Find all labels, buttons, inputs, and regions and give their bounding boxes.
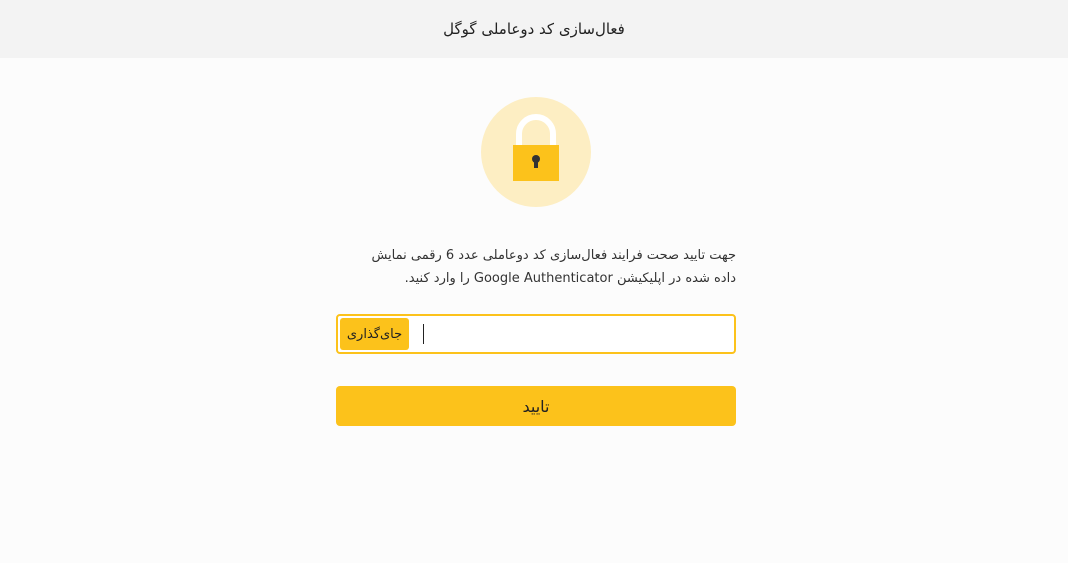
verification-code-input[interactable] — [418, 318, 728, 350]
page-header: فعال‌سازی کد دوعاملی گوگل — [0, 0, 1068, 58]
text-cursor — [423, 324, 424, 344]
instructions-text: جهت تایید صحت فرایند فعال‌سازی کد دوعامل… — [336, 244, 736, 290]
submit-button[interactable]: تایید — [336, 386, 736, 426]
verification-code-field: جای‌گذاری — [336, 314, 736, 354]
paste-button[interactable]: جای‌گذاری — [340, 318, 409, 350]
padlock-icon — [481, 97, 591, 207]
instructions-line-1: جهت تایید صحت فرایند فعال‌سازی کد دوعامل… — [371, 248, 736, 263]
instructions-line-2: داده شده در اپلیکیشن Google Authenticato… — [404, 271, 736, 286]
page-title: فعال‌سازی کد دوعاملی گوگل — [443, 20, 625, 38]
